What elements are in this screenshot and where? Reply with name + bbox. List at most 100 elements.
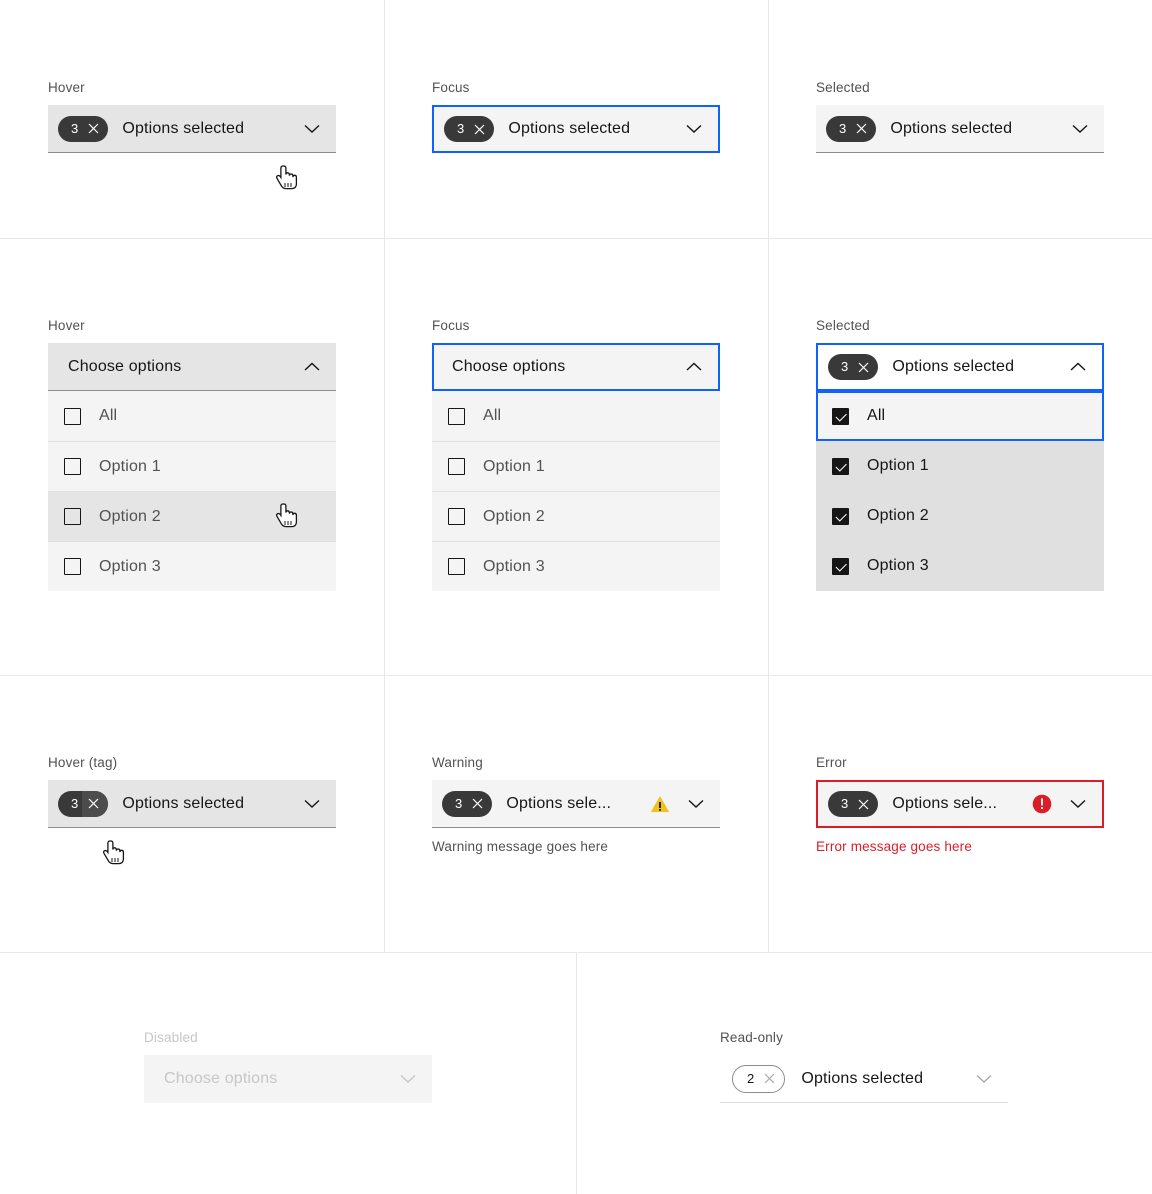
cell-label: Selected	[816, 318, 870, 333]
list-item-label: Option 1	[867, 457, 929, 474]
multiselect-field-focus-open[interactable]: Choose options	[432, 343, 720, 391]
checkbox-unchecked-icon[interactable]	[64, 407, 81, 425]
multiselect-field-hover-open[interactable]: Choose options	[48, 343, 336, 391]
list-item-label: Option 2	[99, 507, 161, 525]
list-item[interactable]: Option 2	[432, 491, 720, 541]
multiselect-field-hover-tag[interactable]: 3 Options selected	[48, 780, 336, 828]
multiselect-field-warning[interactable]: 3 Options sele...	[432, 780, 720, 828]
close-icon[interactable]	[466, 791, 492, 817]
list-item[interactable]: All	[48, 391, 336, 441]
grid-rule-horizontal	[0, 675, 1152, 676]
list-item-label: All	[867, 407, 886, 424]
warning-icon	[650, 795, 670, 813]
cell-label: Hover	[48, 318, 85, 333]
close-icon[interactable]	[82, 790, 109, 817]
checkbox-checked-icon[interactable]	[832, 557, 849, 575]
grid-rule-vertical	[768, 0, 769, 952]
chevron-up-icon[interactable]	[676, 362, 702, 372]
mouse-cursor	[276, 165, 302, 195]
close-icon[interactable]	[82, 116, 108, 142]
multiselect-field-hover[interactable]: 3 Options selected	[48, 105, 336, 153]
checkbox-unchecked-icon[interactable]	[64, 558, 81, 575]
chevron-down-icon[interactable]	[1070, 799, 1086, 809]
list-item-label: Option 2	[867, 507, 929, 524]
selection-tag[interactable]: 3	[828, 354, 879, 380]
multiselect-states-sheet: Hover 3 Options selected Focus 3 Options…	[0, 0, 1152, 1194]
close-icon[interactable]	[852, 791, 878, 817]
list-item[interactable]: All	[816, 391, 1104, 441]
selection-tag[interactable]: 3	[826, 115, 877, 142]
tag-count: 3	[71, 795, 79, 811]
selection-tag[interactable]: 3	[442, 790, 493, 817]
field-placeholder: Choose options	[452, 358, 566, 375]
close-icon[interactable]	[852, 354, 878, 380]
field-value: Options selected	[892, 358, 1015, 375]
list-item[interactable]: Option 3	[48, 541, 336, 591]
list-item-label: Option 3	[99, 557, 161, 575]
tag-count: 3	[71, 120, 79, 136]
list-item[interactable]: Option 3	[816, 541, 1104, 591]
cell-label: Focus	[432, 80, 470, 95]
chevron-down-icon	[390, 1074, 416, 1084]
checkbox-unchecked-icon[interactable]	[448, 508, 465, 525]
cell-hover-open: Hover Choose options All Option 1 Option…	[48, 318, 336, 591]
field-value: Options selected	[890, 119, 1013, 137]
list-item[interactable]: Option 1	[816, 441, 1104, 491]
cell-label: Warning	[432, 755, 483, 770]
chevron-down-icon[interactable]	[294, 124, 320, 134]
cell-disabled: Disabled Choose options	[144, 1030, 432, 1103]
grid-rule-vertical	[384, 0, 385, 952]
tag-count: 2	[747, 1070, 755, 1086]
selection-tag[interactable]: 3	[828, 791, 879, 817]
dropdown-menu-focus: All Option 1 Option 2 Option 3	[432, 391, 720, 591]
cell-warning: Warning 3 Options sele... Warning messag…	[432, 755, 720, 856]
selection-tag[interactable]: 3	[58, 790, 109, 817]
list-item[interactable]: Option 1	[48, 441, 336, 491]
checkbox-checked-icon[interactable]	[832, 457, 849, 475]
chevron-down-icon[interactable]	[294, 799, 320, 809]
checkbox-unchecked-icon[interactable]	[448, 458, 465, 475]
checkbox-checked-icon[interactable]	[832, 507, 849, 525]
field-placeholder: Choose options	[68, 357, 182, 375]
multiselect-field-focus[interactable]: 3 Options selected	[432, 105, 720, 153]
list-item[interactable]: Option 2	[48, 491, 336, 541]
close-icon[interactable]	[468, 116, 494, 142]
tag-count: 3	[457, 121, 465, 136]
checkbox-checked-icon[interactable]	[832, 407, 849, 425]
checkbox-unchecked-icon[interactable]	[448, 558, 465, 575]
list-item-label: All	[483, 407, 502, 424]
cell-label: Selected	[816, 80, 870, 95]
dropdown-menu-hover: All Option 1 Option 2 Option 3	[48, 391, 336, 591]
list-item[interactable]: Option 1	[432, 441, 720, 491]
field-value: Options selected	[122, 119, 245, 137]
chevron-down-icon[interactable]	[676, 124, 702, 134]
selection-tag: 2	[732, 1064, 786, 1093]
cell-focus-closed: Focus 3 Options selected	[432, 80, 720, 153]
chevron-down-icon[interactable]	[1062, 124, 1088, 134]
multiselect-field-selected-open[interactable]: 3 Options selected	[816, 343, 1104, 391]
cell-readonly: Read-only 2 Options selected	[720, 1030, 1008, 1103]
dropdown-menu-selected: All Option 1 Option 2 Option 3	[816, 391, 1104, 591]
cell-focus-open: Focus Choose options All Option 1 Option…	[432, 318, 720, 591]
mouse-cursor	[103, 840, 129, 870]
error-message: Error message goes here	[816, 839, 973, 854]
list-item-label: Option 3	[483, 557, 545, 575]
field-value: Options selected	[508, 120, 631, 137]
list-item[interactable]: Option 2	[816, 491, 1104, 541]
selection-tag[interactable]: 3	[58, 115, 109, 142]
chevron-up-icon[interactable]	[294, 362, 320, 372]
checkbox-unchecked-icon[interactable]	[64, 458, 81, 475]
close-icon[interactable]	[850, 116, 876, 142]
list-item[interactable]: All	[432, 391, 720, 441]
multiselect-field-error[interactable]: 3 Options sele...	[816, 780, 1104, 828]
multiselect-field-disabled: Choose options	[144, 1055, 432, 1103]
checkbox-unchecked-icon[interactable]	[448, 407, 465, 425]
checkbox-unchecked-icon[interactable]	[64, 508, 81, 525]
cell-label: Disabled	[144, 1030, 198, 1045]
multiselect-field-selected[interactable]: 3 Options selected	[816, 105, 1104, 153]
list-item[interactable]: Option 3	[432, 541, 720, 591]
chevron-up-icon[interactable]	[1060, 362, 1086, 372]
chevron-down-icon[interactable]	[688, 799, 704, 809]
selection-tag[interactable]: 3	[444, 116, 495, 142]
tag-count: 3	[841, 796, 849, 811]
